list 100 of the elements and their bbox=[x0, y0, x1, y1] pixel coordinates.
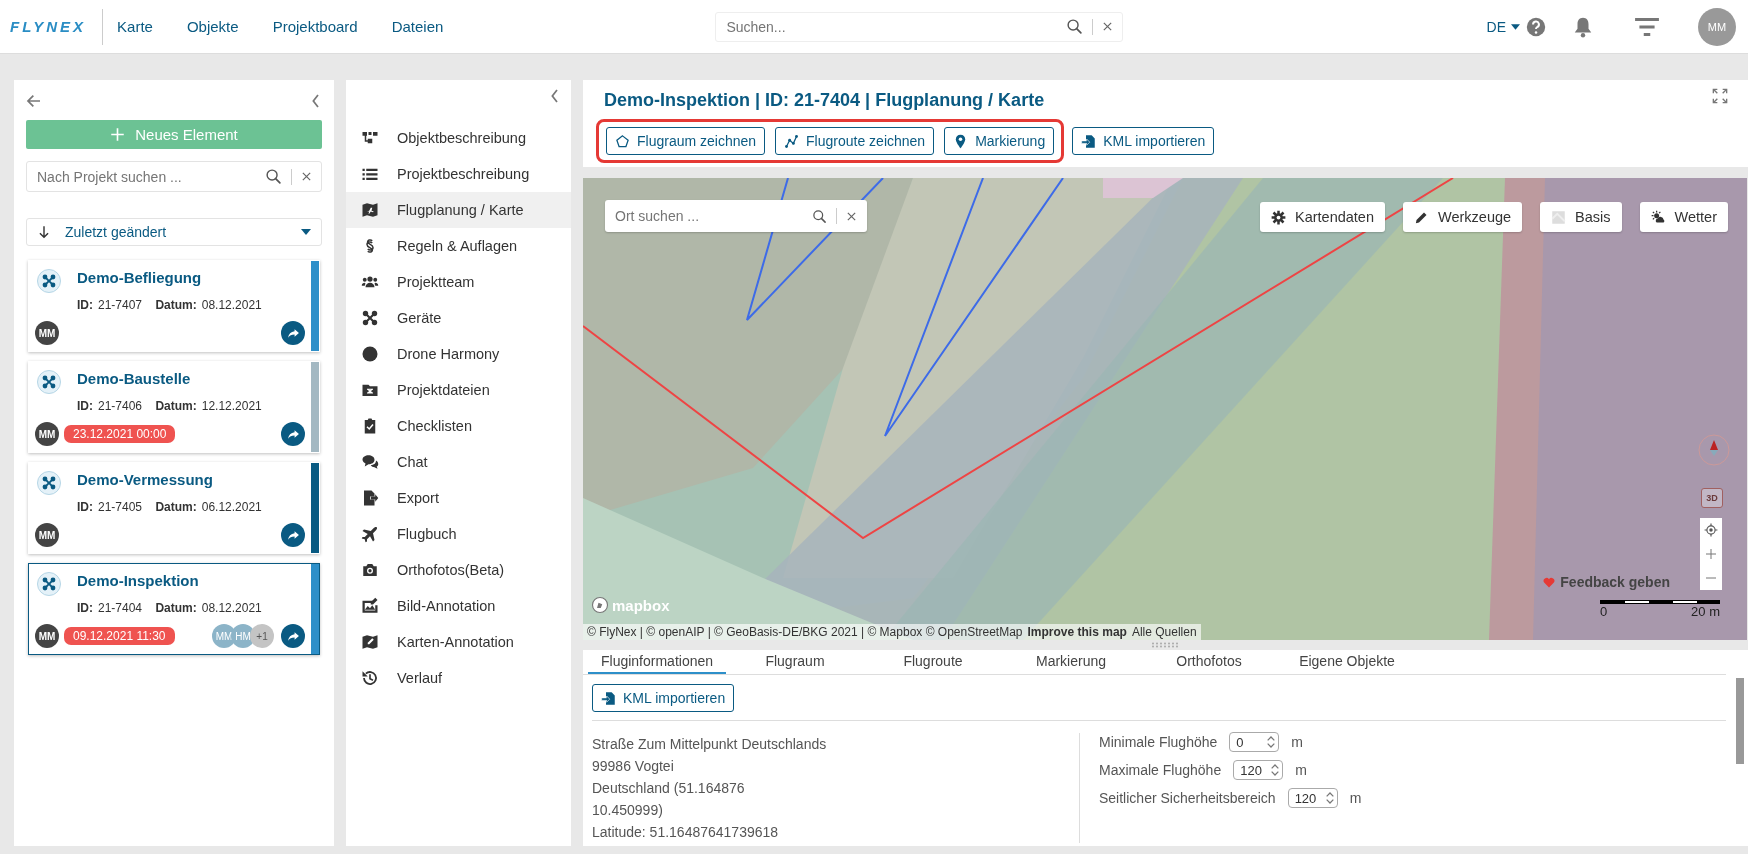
image-edit-icon bbox=[361, 597, 379, 615]
card-title: Demo-Baustelle bbox=[77, 369, 192, 389]
project-card[interactable]: Demo-Inspektion ID: 21-7404 Datum: 08.12.2021 MM 09.12.2021 11:30 MM HM +1 bbox=[28, 563, 320, 655]
date-label: Datum: bbox=[155, 399, 197, 413]
share-button[interactable] bbox=[281, 523, 305, 547]
kml-import-button[interactable]: KML importieren bbox=[592, 684, 735, 712]
menu-item[interactable]: Bild-Annotation bbox=[346, 588, 571, 624]
owner-avatar: MM bbox=[35, 624, 59, 648]
nav-link[interactable]: Objekte bbox=[178, 10, 247, 43]
close-icon bbox=[846, 210, 857, 222]
bell-icon bbox=[1572, 15, 1594, 38]
menu-item[interactable]: Chat bbox=[346, 444, 571, 480]
3d-button[interactable]: 3D bbox=[1701, 488, 1723, 508]
date-value: 12.12.2021 bbox=[201, 399, 262, 413]
menu-item[interactable]: Drone Harmony bbox=[346, 336, 571, 372]
unit-label: m bbox=[1291, 734, 1303, 750]
map-button[interactable]: Wetter bbox=[1639, 202, 1728, 232]
chat-icon bbox=[361, 453, 379, 471]
share-button[interactable] bbox=[281, 624, 305, 648]
logo[interactable]: FLYNEX bbox=[0, 18, 103, 35]
tab[interactable]: Orthofotos bbox=[1140, 650, 1278, 674]
project-card[interactable]: Demo-Befliegung ID: 21-7407 Datum: 08.12.2021 MM bbox=[28, 260, 320, 352]
id-label: ID: bbox=[77, 601, 93, 615]
share-button[interactable] bbox=[281, 422, 305, 446]
id-value: 21-7407 bbox=[98, 298, 143, 312]
project-card[interactable]: Demo-Baustelle ID: 21-7406 Datum: 12.12.2021 MM 23.12.2021 00:00 bbox=[28, 361, 320, 453]
tab[interactable]: Fluginformationen bbox=[588, 650, 726, 674]
toolbar-button[interactable]: Flugroute zeichnen bbox=[775, 127, 935, 155]
compass-icon[interactable] bbox=[1698, 434, 1730, 466]
feedback-link[interactable]: Feedback geben bbox=[1536, 573, 1676, 591]
unit-label: m bbox=[1349, 790, 1362, 806]
page-title: Demo-Inspektion | ID: 21-7404 | Flugplanung / Karte bbox=[604, 90, 1045, 111]
tab[interactable]: Flugroute bbox=[864, 650, 1002, 674]
search-icon bbox=[1066, 18, 1084, 35]
date-label: Datum: bbox=[155, 500, 197, 514]
id-label: ID: bbox=[77, 399, 93, 413]
owner-avatar: MM bbox=[35, 422, 59, 446]
map-button[interactable]: Basis bbox=[1540, 202, 1622, 232]
menu-item[interactable]: Checklisten bbox=[346, 408, 571, 444]
toolbar-button[interactable]: KML importieren bbox=[1072, 127, 1215, 155]
toolbar-button[interactable]: Markierung bbox=[944, 127, 1055, 155]
menu-item[interactable]: Projektteam bbox=[346, 264, 571, 300]
export-icon bbox=[361, 489, 379, 507]
number-field[interactable]: 120 bbox=[1287, 788, 1338, 808]
sort-dropdown[interactable]: Zuletzt geändert bbox=[26, 218, 322, 246]
language-dropdown[interactable]: DE bbox=[1480, 17, 1526, 36]
drag-handle-icon bbox=[1150, 642, 1181, 648]
menu-item[interactable]: Regeln & Auflagen bbox=[346, 228, 571, 264]
menu-item[interactable]: Verlauf bbox=[346, 660, 571, 696]
field-label: Minimale Flughöhe bbox=[1099, 734, 1218, 750]
address-line: 10.450999) bbox=[592, 801, 664, 820]
deadline-badge: 23.12.2021 00:00 bbox=[64, 425, 176, 443]
project-card[interactable]: Demo-Vermessung ID: 21-7405 Datum: 06.12.2021 MM bbox=[28, 462, 320, 554]
tab[interactable]: Flugraum bbox=[726, 650, 864, 674]
menu-item[interactable]: Flugbuch bbox=[346, 516, 571, 552]
fullscreen-icon bbox=[1712, 88, 1728, 104]
more-members-badge: +1 bbox=[250, 624, 274, 648]
map-button[interactable]: Werkzeuge bbox=[1403, 202, 1523, 232]
menu-item[interactable]: Karten-Annotation bbox=[346, 624, 571, 660]
tab[interactable]: Eigene Objekte bbox=[1278, 650, 1416, 674]
menu-item[interactable]: Export bbox=[346, 480, 571, 516]
drone-icon bbox=[361, 309, 379, 327]
id-label: ID: bbox=[77, 298, 93, 312]
map-icon bbox=[361, 201, 379, 219]
share-button[interactable] bbox=[281, 321, 305, 345]
toolbar-button[interactable]: Flugraum zeichnen bbox=[606, 127, 766, 155]
menu-item[interactable]: Projektbeschreibung bbox=[346, 156, 571, 192]
spinner-icon bbox=[1270, 763, 1281, 777]
card-title: Demo-Befliegung bbox=[77, 268, 203, 288]
project-search-field[interactable]: Nach Projekt suchen ... bbox=[26, 161, 322, 192]
card-title: Demo-Inspektion bbox=[77, 571, 200, 591]
file-import-icon bbox=[1081, 133, 1097, 149]
collapse-icon bbox=[549, 88, 561, 104]
number-field[interactable]: 120 bbox=[1233, 760, 1284, 780]
menu-item[interactable]: Flugplanung / Karte bbox=[346, 192, 571, 228]
tab[interactable]: Markierung bbox=[1002, 650, 1140, 674]
date-value: 08.12.2021 bbox=[201, 298, 262, 312]
number-field[interactable]: 0 bbox=[1229, 732, 1280, 752]
nav-link[interactable]: Dateien bbox=[383, 10, 452, 43]
improve-map-link[interactable]: Improve this map bbox=[1027, 625, 1127, 639]
file-import-icon bbox=[601, 690, 616, 706]
menu-item[interactable]: Projektdateien bbox=[346, 372, 571, 408]
menu-item[interactable]: Geräte bbox=[346, 300, 571, 336]
scrollbar[interactable] bbox=[1736, 678, 1744, 764]
nav-link[interactable]: Karte bbox=[109, 10, 161, 43]
field-label: Seitlicher Sicherheitsbereich bbox=[1099, 790, 1276, 806]
address-line: Straße Zum Mittelpunkt Deutschlands bbox=[592, 735, 828, 754]
map-button[interactable]: Kartendaten bbox=[1260, 202, 1385, 232]
field-label: Maximale Flughöhe bbox=[1099, 762, 1222, 778]
sources-link[interactable]: Alle Quellen bbox=[1131, 625, 1197, 639]
collapse-icon bbox=[310, 93, 322, 109]
nav-link[interactable]: Projektboard bbox=[264, 10, 366, 43]
menu-item[interactable]: Orthofotos(Beta) bbox=[346, 552, 571, 588]
camera-icon bbox=[361, 561, 379, 579]
address-line: Deutschland (51.164876 bbox=[592, 779, 746, 798]
place-search-field[interactable]: Ort suchen ... bbox=[605, 200, 867, 232]
menu-item[interactable]: Objektbeschreibung bbox=[346, 120, 571, 156]
unit-label: m bbox=[1295, 762, 1307, 778]
scale-label: 0 bbox=[1600, 604, 1608, 619]
search-field[interactable]: Suchen... bbox=[715, 11, 1124, 42]
